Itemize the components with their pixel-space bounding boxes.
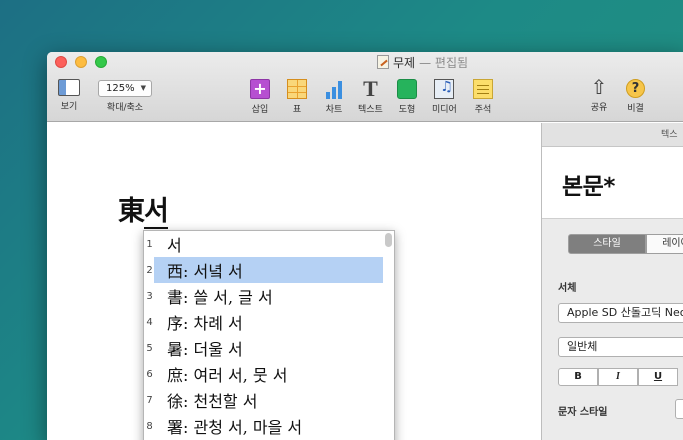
candidate-item[interactable]: 3 書: 쓸 서, 글 서: [144, 283, 382, 309]
candidate-list: 1 서 2 西: 서녘 서 3 書: 쓸 서, 글 서 4 序: 차례 서 5 暑: 더울 서6庶…: [144, 231, 394, 439]
help-label: 비결: [627, 104, 644, 114]
shape-label: 도형: [398, 105, 416, 115]
candidate-number: 1: [146, 238, 153, 250]
share-icon: ⇧: [590, 75, 608, 99]
candidate-text: 序: 차례 서: [167, 314, 243, 333]
text-icon: T: [363, 76, 378, 101]
committed-text: 東: [118, 196, 145, 227]
document-icon: [377, 55, 389, 69]
minimize-button[interactable]: [75, 56, 87, 68]
candidate-text: 暑: 더울 서: [167, 340, 243, 359]
candidate-text: 徐: 천천할 서: [167, 392, 258, 411]
candidate-number: 3: [146, 290, 153, 302]
candidate-text: 庶: 여러 서, 뭇 서: [167, 366, 288, 385]
insert-button[interactable]: + 삽입: [250, 79, 270, 115]
media-icon: [434, 79, 455, 99]
paragraph-style-selector[interactable]: 본문*: [542, 147, 683, 219]
italic-button[interactable]: I: [598, 368, 638, 386]
insert-label: 삽입: [251, 105, 269, 115]
shape-button[interactable]: 도형: [397, 79, 417, 115]
candidate-number: 4: [146, 316, 153, 328]
candidate-text: 서: [167, 236, 182, 255]
zoom-control[interactable]: 125% ▼ 확대/축소: [98, 80, 152, 113]
candidate-item[interactable]: 7 徐: 천천할 서: [144, 387, 382, 413]
zoom-window-button[interactable]: [95, 56, 107, 68]
candidate-item[interactable]: 2 西: 서녘 서: [146, 257, 383, 283]
candidate-text: 西: 서녘 서: [167, 262, 243, 281]
view-button[interactable]: 보기: [58, 79, 80, 112]
document-body-text[interactable]: 東서: [118, 189, 169, 229]
text-format-buttons: B I U: [558, 368, 678, 386]
candidate-scrollbar[interactable]: [385, 233, 392, 247]
style-layout-segment: 스타일 레이아: [568, 234, 683, 254]
insert-icon: +: [250, 79, 270, 99]
edited-status: — 편집됨: [419, 55, 469, 70]
zoom-label: 확대/축소: [106, 103, 144, 113]
candidate-number: 8: [146, 420, 153, 432]
font-label: 서체: [558, 283, 577, 294]
share-button[interactable]: ⇧ 공유: [589, 77, 609, 113]
help-icon: ?: [626, 79, 645, 98]
chart-button[interactable]: 차트: [324, 79, 344, 115]
share-label: 공유: [590, 103, 608, 113]
segment-style[interactable]: 스타일: [568, 234, 646, 254]
candidate-item[interactable]: 1서: [144, 231, 382, 257]
candidate-number: 5: [146, 342, 153, 354]
font-family-select[interactable]: Apple SD 산돌고딕 Neo: [558, 303, 683, 323]
comment-button[interactable]: 주석: [473, 79, 493, 115]
segment-layout[interactable]: 레이아: [646, 234, 683, 254]
candidate-number: 6: [146, 368, 153, 380]
candidate-item[interactable]: 6 庶: 여러 서, 뭇 서: [144, 361, 382, 387]
comment-icon: [473, 79, 493, 99]
candidate-number: 2: [146, 264, 153, 276]
media-label: 미디어: [432, 105, 457, 115]
window-title: 무제 — 편집됨: [377, 54, 468, 70]
toolbar: 무제 — 편집됨 보기 125% ▼ 확대/축소 + 삽입 표 차트 T 텍스트…: [47, 52, 683, 122]
table-button[interactable]: 표: [287, 79, 307, 115]
character-style-label: 문자 스타일: [558, 407, 608, 418]
chart-icon: [324, 79, 344, 99]
underline-button[interactable]: U: [638, 368, 678, 386]
media-button[interactable]: 미디어: [432, 79, 457, 115]
candidate-item[interactable]: 8 署: 관청 서, 마을 서: [144, 413, 382, 439]
composing-text: 서: [144, 196, 169, 229]
comment-label: 주석: [474, 105, 492, 115]
table-label: 표: [292, 105, 302, 115]
candidate-item[interactable]: 5 暑: 더울 서: [144, 335, 382, 361]
candidate-text: 書: 쓸 서, 글 서: [167, 288, 273, 307]
view-label: 보기: [60, 102, 78, 112]
close-button[interactable]: [55, 56, 67, 68]
chevron-down-icon: ▼: [140, 84, 146, 92]
font-weight-select[interactable]: 일반체: [558, 337, 683, 357]
zoom-select[interactable]: 125% ▼: [98, 80, 152, 97]
character-style-select[interactable]: [675, 399, 683, 419]
candidate-text: 署: 관청 서, 마을 서: [167, 418, 303, 437]
format-inspector: 텍스 본문* 스타일 레이아 서체 Apple SD 산돌고딕 Neo 일반체 …: [541, 123, 683, 440]
text-button[interactable]: T 텍스트: [358, 76, 383, 116]
shape-icon: [397, 79, 417, 99]
document-title: 무제: [393, 55, 416, 70]
help-button[interactable]: ? 비결: [626, 79, 645, 114]
zoom-value: 125%: [106, 83, 135, 94]
chart-label: 차트: [325, 105, 343, 115]
table-icon: [287, 79, 307, 99]
sidebar-view-icon: [58, 79, 80, 96]
candidate-number: 7: [146, 394, 153, 406]
text-label: 텍스트: [358, 105, 383, 115]
inspector-tab-text[interactable]: 텍스: [542, 123, 683, 147]
candidate-item[interactable]: 4 序: 차례 서: [144, 309, 382, 335]
ime-candidate-window: 1 서 2 西: 서녘 서 3 書: 쓸 서, 글 서 4 序: 차례 서 5 暑: 더울 서6庶…: [143, 230, 395, 440]
bold-button[interactable]: B: [558, 368, 598, 386]
